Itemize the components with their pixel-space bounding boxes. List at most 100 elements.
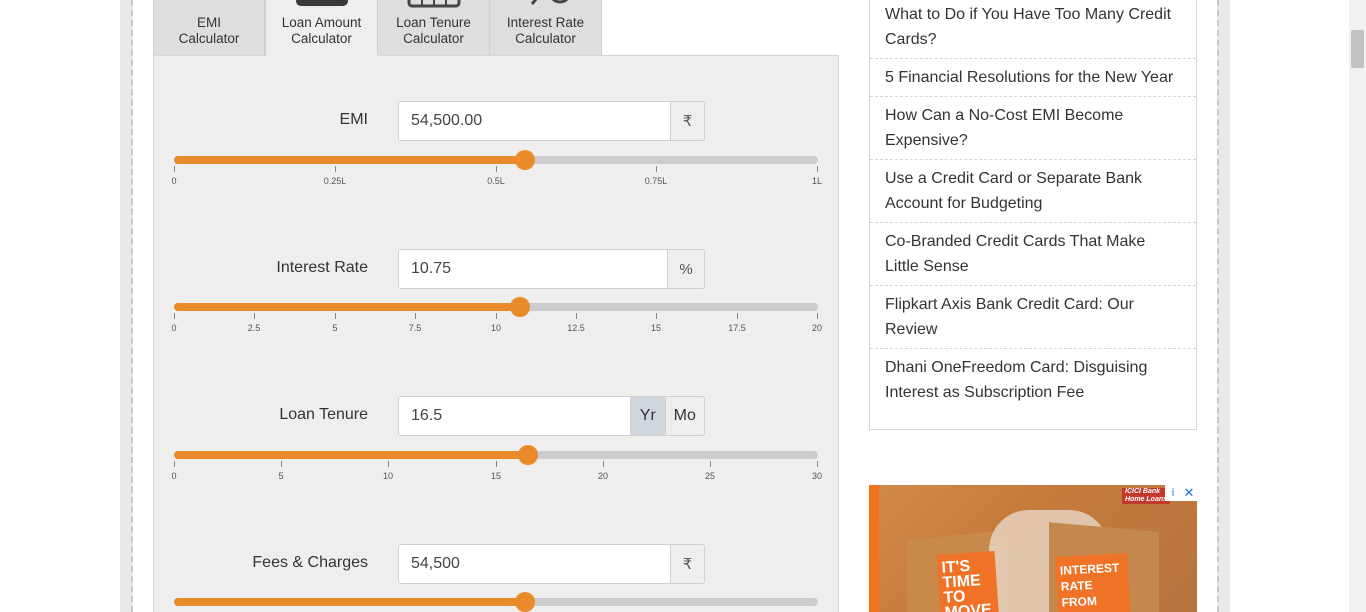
percent-addon: % [667,250,704,288]
ad-brand-logo: ICICI Bank Home Loans [1122,488,1170,504]
slider-tick [817,313,818,319]
slider-tick-label: 15 [650,323,662,333]
fees-slider-handle[interactable] [515,592,535,612]
slider-tick [496,313,497,319]
slider-tick [576,313,577,319]
ad-info-icon[interactable]: i [1165,485,1181,501]
slider-tick-label: 5 [332,323,338,333]
tab-loan-tenure-calculator[interactable]: Loan Tenure Calculator [377,0,490,56]
article-link[interactable]: 5 Financial Resolutions for the New Year [870,58,1196,96]
slider-tick-label: 5 [278,471,284,481]
slider-tick-label: 0 [171,323,177,333]
tab-interest-rate-calculator[interactable]: Interest Rate Calculator [489,0,602,56]
tab-emi-line2: Calculator [178,31,240,46]
article-link[interactable]: Flipkart Axis Bank Credit Card: Our Revi… [870,285,1196,348]
fees-charges-label: Fees & Charges [252,554,368,571]
slider-tick [710,461,711,467]
slider-tick [174,461,175,467]
slider-tick-label: 1L [811,176,823,186]
slider-tick-label: 10 [490,323,502,333]
tab-loan-tenure-line1: Loan Tenure [396,15,471,30]
slider-tick-label: 15 [490,471,502,481]
slider-tick-label: 20 [597,471,609,481]
loan-tenure-slider[interactable] [174,445,818,465]
slider-tick [496,166,497,172]
slider-tick-label: 20 [811,323,823,333]
tenure-years-toggle[interactable]: Yr [630,397,665,435]
emi-calculator-icon [194,0,224,6]
tab-loan-amount-calculator[interactable]: Loan Amount Calculator [265,0,378,56]
ad-interest-text: INTEREST RATE FROM [1055,553,1131,612]
slider-tick-label: 7.5 [408,323,422,333]
fees-charges-input[interactable] [399,545,670,583]
article-link[interactable]: How Can a No-Cost EMI Become Expensive? [870,96,1196,159]
slider-tick-label: 10 [382,471,394,481]
content-border-right [1217,0,1219,612]
slider-tick-label: 30 [811,471,823,481]
emi-slider[interactable] [174,150,818,170]
loan-tenure-label: Loan Tenure [279,406,368,423]
slider-tick [254,313,255,319]
emi-slider-scale: 0 0.25L 0.5L 0.75L 1L [171,166,822,186]
article-link[interactable]: Dhani OneFreedom Card: Disguising Intere… [870,348,1196,429]
fees-charges-slider[interactable] [174,592,818,612]
slider-tick-label: 2.5 [247,323,261,333]
loan-amount-icon [295,0,348,6]
emi-slider-fill [174,156,525,164]
tab-interest-rate-line2: Calculator [515,31,576,46]
tab-emi-calculator[interactable]: EMI Calculator [153,0,265,56]
interest-slider-fill [174,303,520,311]
interest-slider-scale: 0 2.5 5 7.5 10 12.5 15 17.5 20 [171,313,822,333]
page-scrollbar[interactable] [1349,0,1366,612]
fees-input-group: ₹ [398,544,705,584]
slider-tick-label: 0 [171,471,177,481]
advertisement-banner[interactable]: IT'S TIME TO MOVE INTEREST RATE FROM ICI… [869,485,1197,612]
article-link[interactable]: Co-Branded Credit Cards That Make Little… [870,222,1196,285]
ad-headline: IT'S TIME TO MOVE [936,551,1000,612]
slider-tick [415,313,416,319]
emi-label: EMI [339,111,368,128]
interest-rate-input[interactable] [399,250,667,288]
slider-tick [817,166,818,172]
rupee-addon: ₹ [670,545,704,583]
slider-tick [388,461,389,467]
tab-loan-tenure-line2: Calculator [403,31,464,46]
percentage-icon [530,0,568,5]
tenure-slider-scale: 0 5 10 15 20 25 30 [171,461,822,481]
loan-tenure-input[interactable] [399,397,630,435]
slider-tick [174,313,175,319]
slider-tick [737,313,738,319]
emi-input[interactable] [399,102,670,140]
scrollbar-thumb[interactable] [1351,30,1364,68]
tab-loan-amount-line2: Calculator [291,31,352,46]
slider-tick-label: 17.5 [728,323,746,333]
article-link[interactable]: Use a Credit Card or Separate Bank Accou… [870,159,1196,222]
slider-tick [496,461,497,467]
ad-close-icon[interactable]: ✕ [1181,485,1197,501]
rupee-addon: ₹ [670,102,704,140]
slider-tick [817,461,818,467]
slider-tick [174,166,175,172]
slider-tick [603,461,604,467]
tenure-months-toggle[interactable]: Mo [664,397,704,435]
tab-interest-rate-line1: Interest Rate [506,15,585,30]
slider-tick-label: 0 [171,176,177,186]
slider-tick-label: 12.5 [567,323,585,333]
tab-emi-line1: EMI [196,15,221,30]
slider-tick-label: 0.75L [644,176,668,186]
article-link[interactable]: What to Do if You Have Too Many Credit C… [870,0,1196,58]
calendar-icon [407,0,460,8]
slider-tick [281,461,282,467]
interest-rate-slider[interactable] [174,297,818,317]
interest-input-group: % [398,249,705,289]
emi-input-group: ₹ [398,101,705,141]
slider-tick [656,313,657,319]
slider-tick [335,166,336,172]
slider-tick [335,313,336,319]
fees-slider-fill [174,598,525,606]
slider-tick-label: 0.5L [487,176,505,186]
tab-loan-amount-line1: Loan Amount [281,15,362,30]
slider-tick [656,166,657,172]
tenure-input-group: Yr Mo [398,396,705,436]
ad-edge [869,485,879,612]
